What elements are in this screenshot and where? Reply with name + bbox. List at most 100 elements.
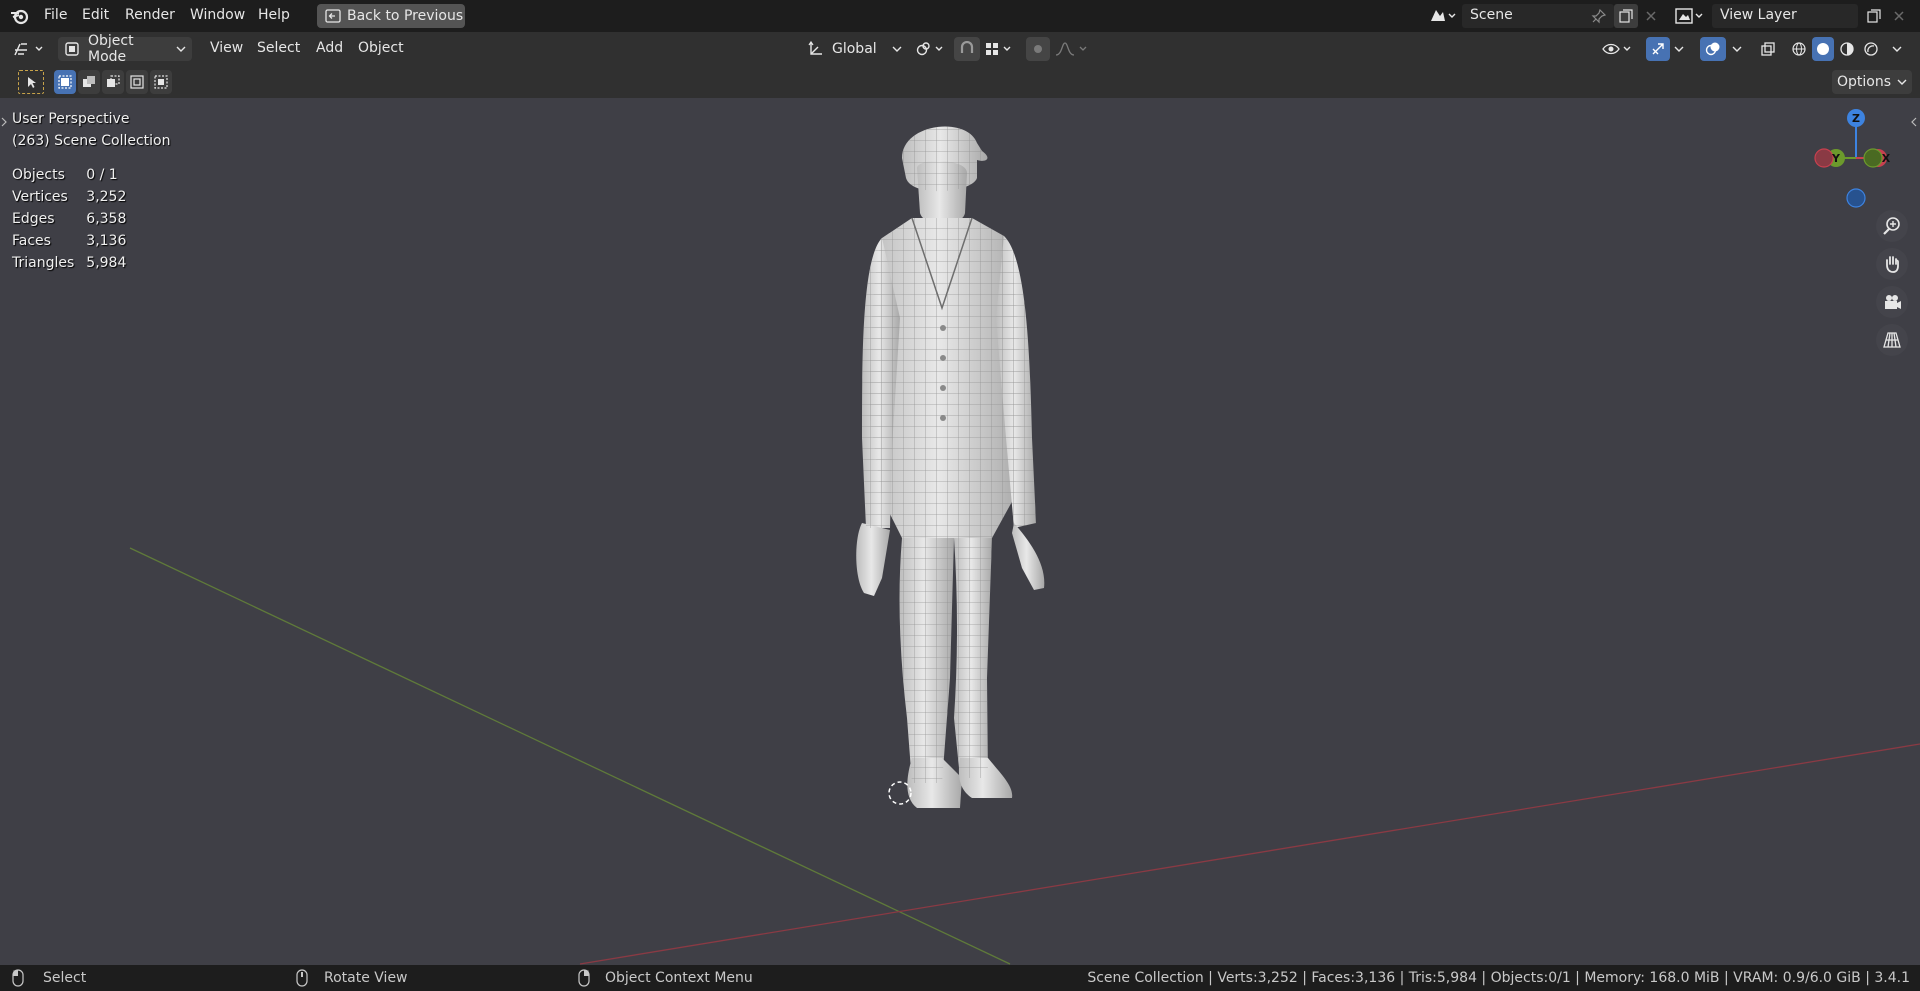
show-overlays-button[interactable] bbox=[1700, 37, 1726, 61]
mesh-wireframe-overlay bbox=[862, 126, 1036, 783]
view-layer-selector-icon[interactable] bbox=[1674, 7, 1706, 25]
pan-view-button[interactable] bbox=[1876, 248, 1908, 280]
scene-selector-icon[interactable] bbox=[1428, 7, 1458, 25]
proportional-editing-button[interactable] bbox=[1026, 37, 1050, 61]
orientation-label: Global bbox=[832, 41, 877, 57]
stat-value: 3,252 bbox=[86, 189, 127, 205]
sidebar-expand-arrow-icon[interactable] bbox=[1910, 116, 1918, 128]
stat-row: Triangles 5,984 bbox=[12, 252, 138, 274]
select-mode-invert-button[interactable] bbox=[126, 70, 148, 94]
stat-label: Objects bbox=[12, 167, 65, 183]
menu-file[interactable]: File bbox=[44, 7, 67, 23]
select-mode-subtract-button[interactable] bbox=[102, 70, 124, 94]
active-tool-select-box-button[interactable] bbox=[18, 70, 44, 94]
stat-value: 0 / 1 bbox=[86, 167, 118, 183]
select-mode-new-button[interactable] bbox=[54, 70, 76, 94]
shading-wireframe-button[interactable] bbox=[1788, 37, 1810, 61]
transform-orientation-dropdown[interactable]: Global bbox=[804, 37, 908, 61]
camera-view-button[interactable] bbox=[1876, 286, 1908, 318]
status-select-label: Select bbox=[43, 970, 87, 986]
shading-solid-button[interactable] bbox=[1812, 37, 1834, 61]
new-view-layer-icon[interactable] bbox=[1862, 4, 1886, 28]
delete-view-layer-icon[interactable] bbox=[1890, 7, 1908, 25]
orientation-axes-icon bbox=[808, 41, 824, 57]
top-menu-bar: File Edit Render Window Help Back to Pre… bbox=[0, 0, 1920, 32]
proportional-falloff-dropdown[interactable] bbox=[1052, 37, 1092, 61]
gizmo-neg-y-axis bbox=[1863, 148, 1883, 168]
tool-settings-row: Options bbox=[0, 66, 1920, 98]
stat-value: 6,358 bbox=[86, 211, 127, 227]
toggle-perspective-button[interactable] bbox=[1876, 324, 1908, 356]
pin-scene-icon[interactable] bbox=[1590, 7, 1608, 25]
header-menu-object[interactable]: Object bbox=[358, 40, 404, 56]
overlays-options-chevron-icon[interactable] bbox=[1732, 45, 1742, 53]
select-mode-intersect-button[interactable] bbox=[150, 70, 172, 94]
options-label: Options bbox=[1836, 74, 1892, 90]
view-layer-name-field[interactable]: View Layer bbox=[1712, 4, 1858, 28]
blender-logo-icon[interactable] bbox=[10, 7, 30, 25]
hand-icon bbox=[1886, 256, 1899, 273]
stat-row: Vertices 3,252 bbox=[12, 186, 138, 208]
screen-back-icon bbox=[325, 9, 341, 23]
menu-render[interactable]: Render bbox=[125, 7, 175, 23]
mouse-middle-icon bbox=[296, 969, 308, 987]
header-menu-view[interactable]: View bbox=[210, 40, 243, 56]
chevron-down-icon bbox=[1897, 79, 1907, 85]
stat-label: Vertices bbox=[12, 189, 68, 205]
view-layer-name: View Layer bbox=[1720, 7, 1797, 23]
header-menu-add[interactable]: Add bbox=[316, 40, 343, 56]
stat-label: Triangles bbox=[12, 255, 75, 271]
status-rotate-label: Rotate View bbox=[324, 970, 408, 986]
back-to-previous-button[interactable]: Back to Previous bbox=[317, 4, 465, 28]
shading-options-chevron-icon[interactable] bbox=[1892, 45, 1902, 53]
stat-label: Faces bbox=[12, 233, 51, 249]
navigation-gizmo[interactable]: Z Y X bbox=[1806, 98, 1906, 208]
gizmo-options-chevron-icon[interactable] bbox=[1674, 45, 1684, 53]
toolbar-expand-arrow-icon[interactable] bbox=[0, 116, 8, 128]
snap-toggle-button[interactable] bbox=[954, 37, 980, 61]
collection-label: (263) Scene Collection bbox=[12, 133, 171, 149]
gizmo-z-label: Z bbox=[1852, 112, 1860, 125]
status-scene-info: Scene Collection | Verts:3,252 | Faces:3… bbox=[1087, 970, 1910, 986]
shading-rendered-button[interactable] bbox=[1860, 37, 1882, 61]
status-context-label: Object Context Menu bbox=[605, 970, 753, 986]
zoom-view-button[interactable] bbox=[1876, 210, 1908, 242]
mouse-left-icon bbox=[12, 969, 24, 987]
mouse-right-icon bbox=[578, 969, 590, 987]
viewport-header: Object Mode View Select Add Object Globa… bbox=[0, 32, 1920, 66]
gizmo-x-label: X bbox=[1882, 152, 1891, 165]
stat-label: Edges bbox=[12, 211, 55, 227]
scene-name: Scene bbox=[1470, 7, 1513, 23]
object-mode-dropdown[interactable]: Object Mode bbox=[58, 33, 192, 65]
select-mode-extend-button[interactable] bbox=[78, 70, 100, 94]
3d-viewport[interactable]: User Perspective (263) Scene Collection … bbox=[0, 98, 1920, 965]
menu-help[interactable]: Help bbox=[258, 7, 290, 23]
zoom-icon bbox=[1883, 217, 1900, 235]
character-mesh[interactable] bbox=[782, 118, 1122, 808]
header-menu-select[interactable]: Select bbox=[257, 40, 300, 56]
options-dropdown[interactable]: Options bbox=[1832, 70, 1912, 94]
toggle-xray-button[interactable] bbox=[1756, 37, 1780, 61]
new-scene-icon[interactable] bbox=[1614, 4, 1638, 28]
stat-row: Objects 0 / 1 bbox=[12, 164, 138, 186]
scene-statistics: Objects 0 / 1 Vertices 3,252 Edges 6,358 Fa… bbox=[12, 164, 138, 274]
shading-material-button[interactable] bbox=[1836, 37, 1858, 61]
snap-target-dropdown[interactable] bbox=[982, 37, 1016, 61]
camera-icon bbox=[1885, 295, 1901, 309]
pivot-point-dropdown[interactable] bbox=[912, 37, 948, 61]
stat-row: Edges 6,358 bbox=[12, 208, 138, 230]
stat-value: 5,984 bbox=[86, 255, 127, 271]
object-mode-icon bbox=[64, 41, 80, 57]
show-gizmo-button[interactable] bbox=[1646, 37, 1670, 61]
menu-edit[interactable]: Edit bbox=[82, 7, 109, 23]
grid-perspective-icon bbox=[1883, 332, 1901, 348]
viewport-info-overlay: User Perspective (263) Scene Collection … bbox=[12, 108, 170, 274]
object-mode-label: Object Mode bbox=[88, 33, 134, 65]
editor-type-icon[interactable] bbox=[12, 40, 48, 58]
menu-window[interactable]: Window bbox=[190, 7, 245, 23]
delete-scene-icon[interactable] bbox=[1642, 7, 1660, 25]
chevron-down-icon bbox=[176, 45, 186, 53]
gizmo-neg-x-axis bbox=[1814, 148, 1834, 168]
x-axis-line bbox=[579, 743, 1920, 965]
visibility-dropdown[interactable] bbox=[1600, 37, 1634, 61]
